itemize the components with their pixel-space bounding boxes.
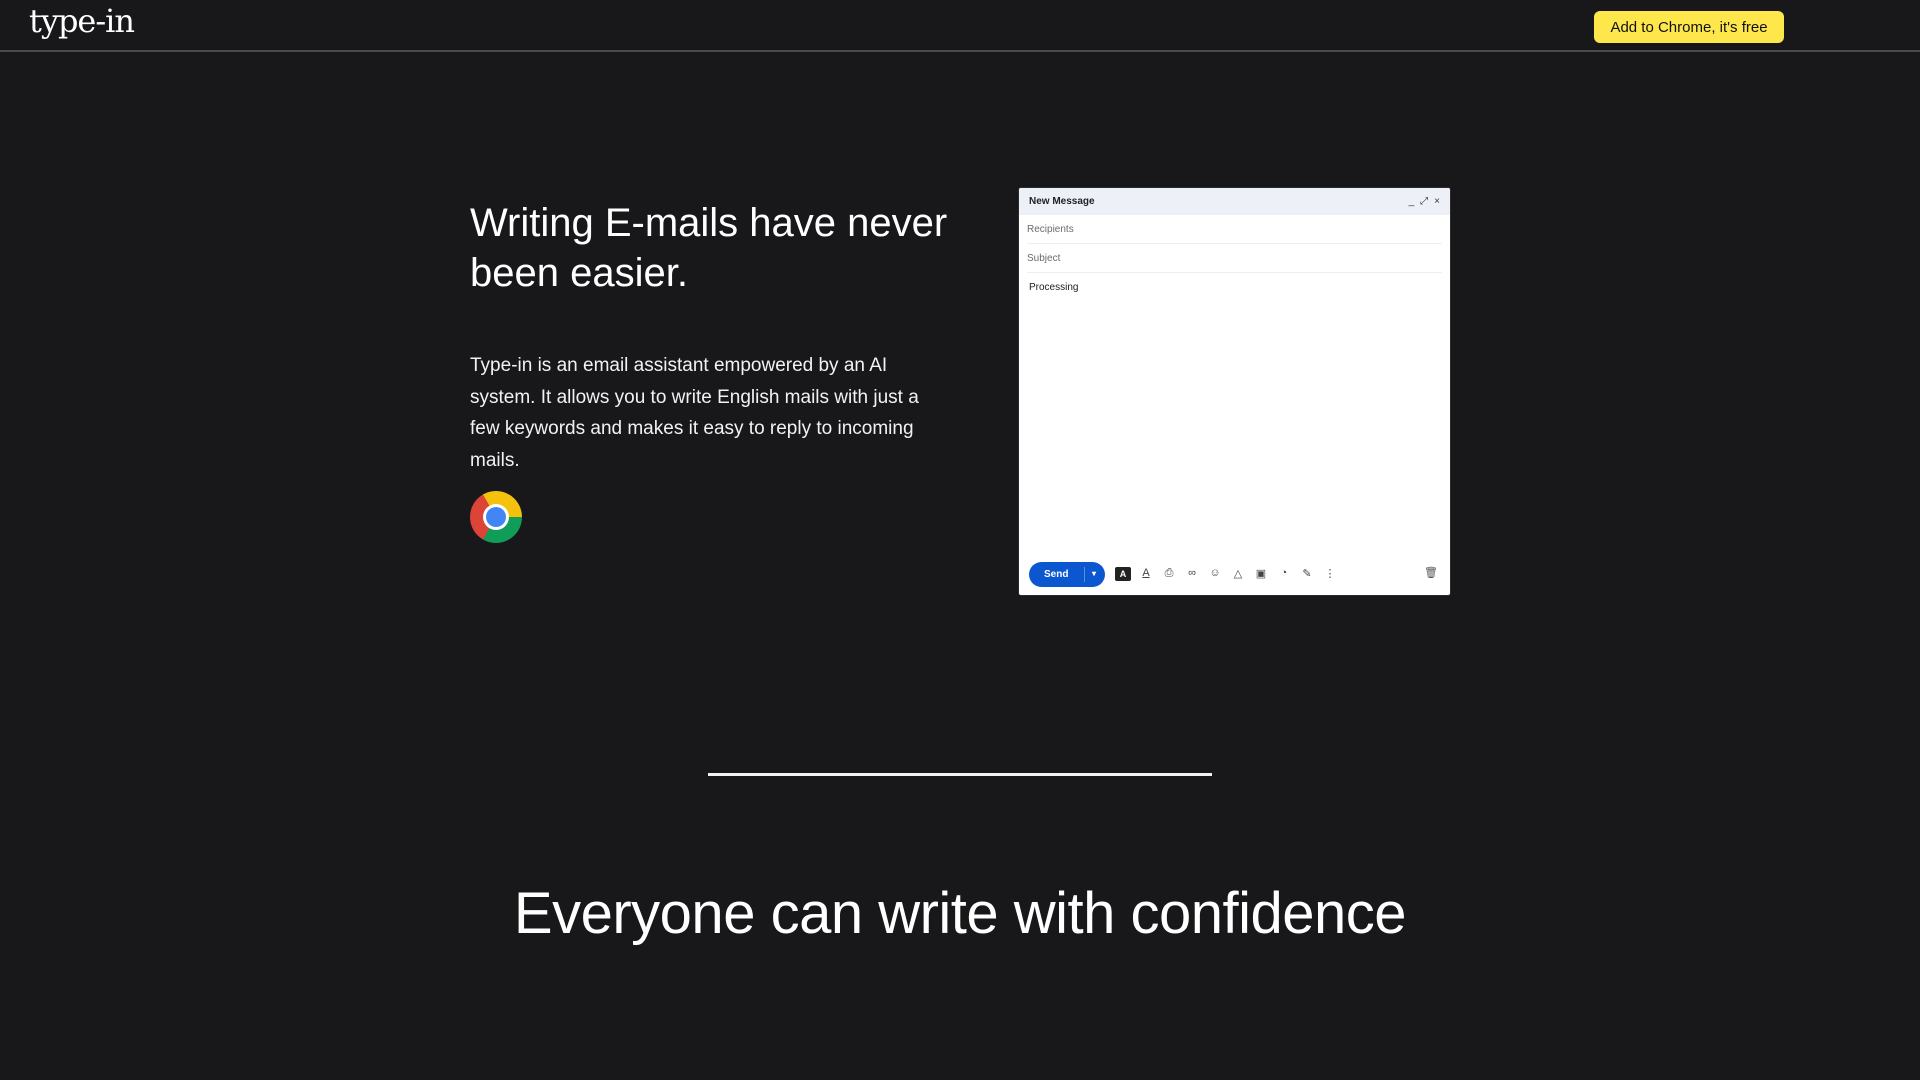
hero-description: Type-in is an email assistant empowered … [470,355,919,471]
compose-title: New Message [1029,196,1095,207]
signature-icon[interactable]: ✎ [1299,567,1315,581]
logo[interactable]: type-in [29,2,135,40]
window-controls: _ ⤢ × [1409,196,1440,207]
section-divider [708,773,1212,776]
toolbar-icons: A A ⎙ ∞ ☺ △ ▣ ◔ ✎ ⋮ [1115,567,1338,581]
section-tagline: Everyone can write with confidence [513,881,1407,946]
send-button[interactable]: Send ▾ [1029,561,1105,587]
compose-toolbar: Send ▾ A A ⎙ ∞ ☺ △ ▣ ◔ ✎ ⋮ 🗑 [1029,561,1440,587]
trash-icon[interactable]: 🗑 [1424,566,1438,579]
chrome-icon-ring [483,504,509,530]
compose-window: New Message _ ⤢ × Recipients Subject Pro… [1019,188,1450,595]
send-separator [1084,566,1085,582]
chrome-icon-core [486,507,506,527]
drive-icon[interactable]: △ [1230,567,1246,581]
lock-icon[interactable]: ◔ [1276,567,1292,581]
navbar: type-in Add to Chrome, it's free [0,0,1920,52]
add-to-chrome-button[interactable]: Add to Chrome, it's free [1594,11,1784,43]
format-icon[interactable]: A [1115,567,1131,581]
subject-field[interactable]: Subject [1027,244,1442,273]
expand-icon[interactable]: ⤢ [1420,196,1428,207]
close-icon[interactable]: × [1434,196,1440,207]
hero-title: Writing E-mails have never been easier. [470,201,948,295]
text-color-icon[interactable]: A [1138,567,1154,581]
attach-icon[interactable]: ⎙ [1161,567,1177,581]
compose-body[interactable]: Processing [1029,282,1440,293]
minimize-icon[interactable]: _ [1409,196,1415,207]
emoji-icon[interactable]: ☺ [1207,567,1223,581]
chrome-icon[interactable] [470,491,522,543]
more-icon[interactable]: ⋮ [1322,567,1338,581]
chevron-down-icon[interactable]: ▾ [1092,569,1096,578]
link-icon[interactable]: ∞ [1184,567,1200,581]
image-icon[interactable]: ▣ [1253,567,1269,581]
send-label: Send [1044,568,1069,580]
compose-header: New Message _ ⤢ × [1019,188,1450,215]
recipients-field[interactable]: Recipients [1027,215,1442,244]
